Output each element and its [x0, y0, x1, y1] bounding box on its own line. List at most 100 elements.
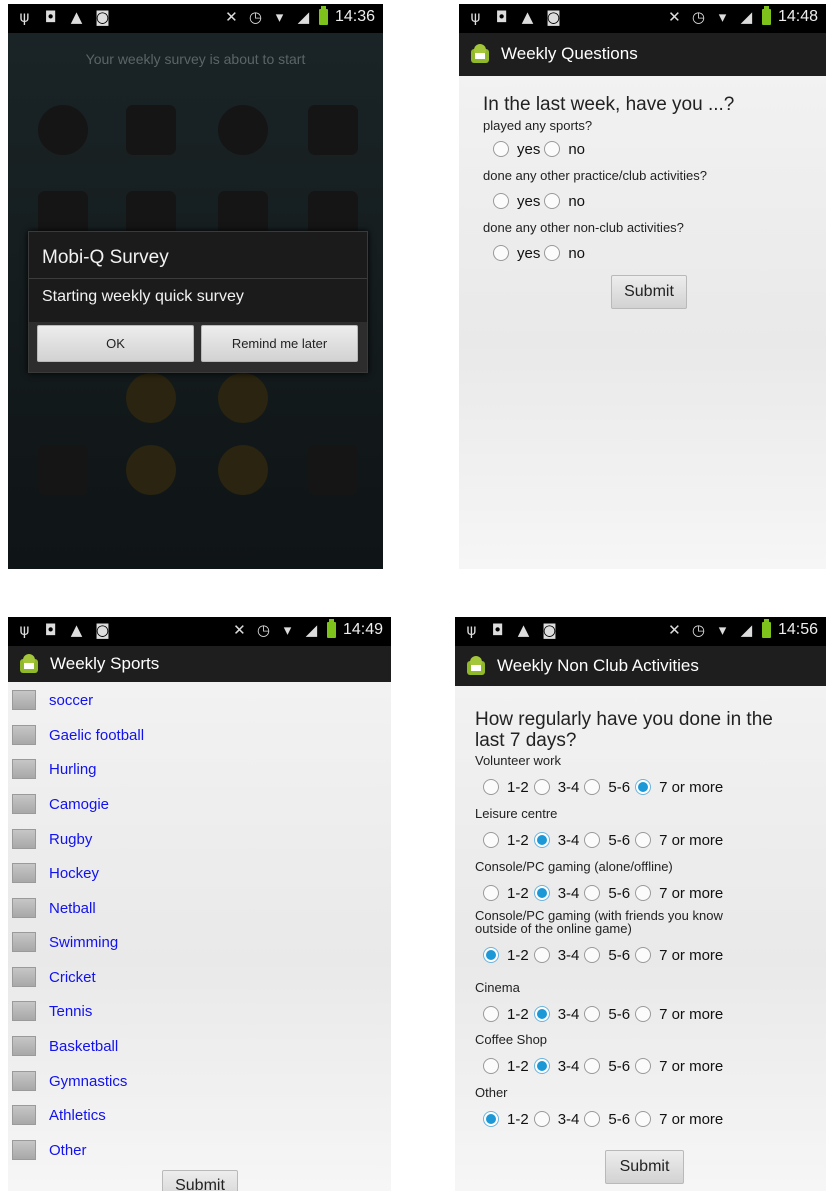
radio-option[interactable]	[533, 947, 550, 963]
remind-later-button[interactable]: Remind me later	[201, 325, 358, 362]
radio-option[interactable]	[635, 1006, 652, 1022]
android-app-icon	[20, 654, 38, 673]
wifi-icon: ▾	[275, 8, 284, 26]
submit-button[interactable]: Submit	[611, 275, 687, 309]
sport-row[interactable]: Other	[8, 1138, 87, 1162]
submit-button[interactable]: Submit	[162, 1170, 238, 1191]
sport-row[interactable]: soccer	[8, 688, 93, 712]
radio-option[interactable]	[483, 779, 499, 795]
android-app-icon	[467, 656, 485, 675]
radio-no[interactable]	[544, 245, 561, 261]
radio-yes[interactable]	[493, 193, 509, 209]
radio-option[interactable]	[635, 1111, 652, 1127]
sport-checkbox[interactable]	[12, 794, 36, 814]
signal-icon: ◢	[740, 8, 753, 26]
radio-option[interactable]	[483, 947, 499, 963]
radio-option[interactable]	[584, 832, 601, 848]
status-bar: ψ ◘ ▲ ◙ ✕ ◷ ▾ ◢ 14:49	[8, 617, 391, 646]
option-label: 5-6	[608, 778, 631, 796]
activity-label-line: Other	[475, 1085, 508, 1100]
sport-checkbox[interactable]	[12, 967, 36, 987]
sport-checkbox[interactable]	[12, 932, 36, 952]
sport-row[interactable]: Camogie	[8, 792, 109, 816]
radio-option[interactable]	[584, 947, 601, 963]
sport-checkbox[interactable]	[12, 1071, 36, 1091]
camera-icon: ◘	[44, 621, 57, 639]
ok-button[interactable]: OK	[37, 325, 194, 362]
sport-checkbox[interactable]	[12, 759, 36, 779]
mute-icon: ✕	[668, 621, 681, 639]
sport-row[interactable]: Swimming	[8, 930, 118, 954]
radio-option[interactable]	[483, 885, 499, 901]
sport-checkbox[interactable]	[12, 725, 36, 745]
sport-row[interactable]: Tennis	[8, 999, 92, 1023]
option-label: 5-6	[608, 1005, 631, 1023]
sport-row[interactable]: Hurling	[8, 757, 97, 781]
radio-option[interactable]	[635, 947, 652, 963]
screen-survey-dialog: ψ ◘ ▲ ◙ ✕ ◷ ▾ ◢ 14:36 Your weekly survey…	[8, 4, 383, 569]
activity-label-line: Volunteer work	[475, 753, 561, 768]
sport-checkbox[interactable]	[12, 863, 36, 883]
sport-row[interactable]: Gymnastics	[8, 1069, 127, 1093]
camera-icon: ◘	[491, 621, 504, 639]
wifi-icon: ▾	[718, 8, 727, 26]
radio-option[interactable]	[635, 1058, 652, 1074]
sport-checkbox[interactable]	[12, 1036, 36, 1056]
radio-option[interactable]	[533, 1058, 550, 1074]
radio-option[interactable]	[584, 885, 601, 901]
alarm-icon: ◷	[691, 621, 705, 639]
radio-option[interactable]	[483, 1111, 499, 1127]
sport-checkbox[interactable]	[12, 1001, 36, 1021]
radio-option[interactable]	[533, 1006, 550, 1022]
radio-option[interactable]	[533, 1111, 550, 1127]
radio-option[interactable]	[483, 832, 499, 848]
radio-no[interactable]	[544, 193, 561, 209]
dialog-title: Mobi-Q Survey	[42, 247, 169, 268]
battery-icon	[761, 6, 771, 25]
usb-icon: ψ	[466, 621, 477, 639]
usb-icon: ψ	[470, 8, 481, 26]
sport-checkbox[interactable]	[12, 1105, 36, 1125]
radio-option[interactable]	[533, 779, 550, 795]
screen-weekly-questions: ψ ◘ ▲ ◙ ✕ ◷ ▾ ◢ 14:48 Weekly Questions I…	[459, 4, 826, 569]
radio-yes[interactable]	[493, 141, 509, 157]
status-time: 14:49	[342, 621, 383, 638]
sport-row[interactable]: Hockey	[8, 861, 99, 885]
radio-option[interactable]	[533, 885, 550, 901]
battery-icon	[761, 619, 771, 638]
sport-row[interactable]: Netball	[8, 896, 96, 920]
sport-row[interactable]: Athletics	[8, 1103, 106, 1127]
app-title: Weekly Non Club Activities	[497, 656, 699, 675]
sport-label: Other	[49, 1141, 87, 1159]
radio-option[interactable]	[584, 1058, 601, 1074]
radio-option[interactable]	[635, 885, 652, 901]
survey-dialog: Mobi-Q Survey Starting weekly quick surv…	[28, 231, 368, 373]
radio-option[interactable]	[584, 779, 601, 795]
sport-checkbox[interactable]	[12, 898, 36, 918]
sport-checkbox[interactable]	[12, 690, 36, 710]
radio-option[interactable]	[483, 1006, 499, 1022]
radio-option[interactable]	[635, 779, 652, 795]
radio-yes[interactable]	[493, 245, 509, 261]
radio-option[interactable]	[533, 832, 550, 848]
camera-icon: ◘	[44, 8, 57, 26]
sport-row[interactable]: Cricket	[8, 965, 96, 989]
sport-row[interactable]: Rugby	[8, 827, 92, 851]
sport-row[interactable]: Basketball	[8, 1034, 118, 1058]
radio-option[interactable]	[584, 1006, 601, 1022]
alarm-icon: ◷	[248, 8, 262, 26]
app-bar: Weekly Questions	[459, 33, 826, 76]
activity-options: 1-2 3-4 5-6 7 or more	[483, 830, 728, 850]
sport-checkbox[interactable]	[12, 1140, 36, 1160]
radio-option[interactable]	[584, 1111, 601, 1127]
option-label: 7 or more	[659, 1110, 724, 1128]
submit-button[interactable]: Submit	[605, 1150, 684, 1184]
radio-no[interactable]	[544, 141, 561, 157]
sport-row[interactable]: Gaelic football	[8, 723, 144, 747]
radio-option[interactable]	[483, 1058, 499, 1074]
android-icon: ▲	[70, 621, 83, 639]
activity-label: Volunteer work	[475, 754, 561, 767]
status-time: 14:36	[334, 8, 375, 25]
radio-option[interactable]	[635, 832, 652, 848]
sport-checkbox[interactable]	[12, 829, 36, 849]
